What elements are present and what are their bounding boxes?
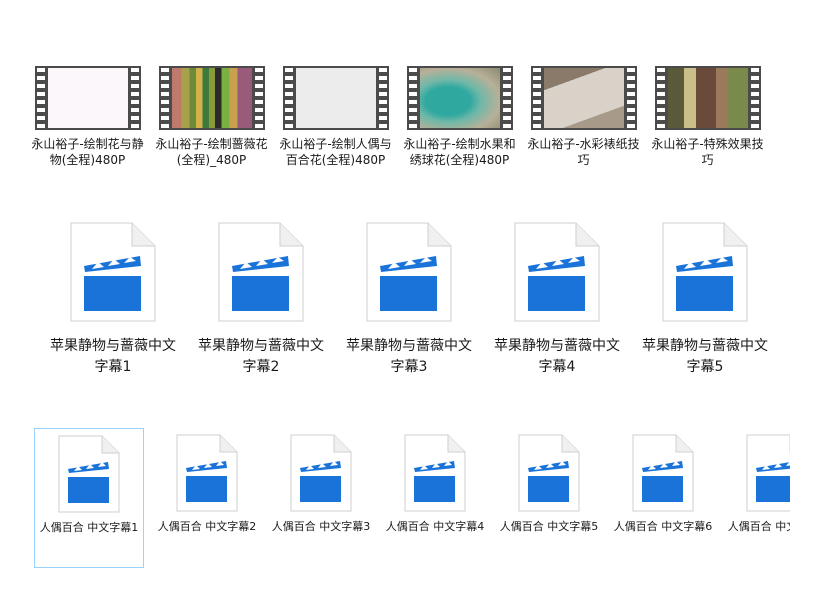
file-name: 人偶百合 中文字幕4	[385, 520, 485, 533]
subtitle-file-tile[interactable]: 人偶百合 中文字幕2	[152, 428, 262, 568]
video-file-icon	[632, 434, 694, 512]
subtitle-file-tile[interactable]: 人偶百合 中文字幕4	[380, 428, 490, 568]
subtitle-file-tile[interactable]: 人偶百合 中文字幕6	[608, 428, 718, 568]
file-name: 人偶百合 中文字幕3	[271, 520, 371, 533]
file-name: 人偶百合 中文字幕6	[613, 520, 713, 533]
subtitle-row-small: 人偶百合 中文字幕1 人偶百合 中文字幕2 人偶百合 中文字幕3 人偶百合 中文…	[0, 0, 790, 615]
video-file-icon	[518, 434, 580, 512]
file-name: 人偶百合 中文字幕2	[157, 520, 257, 533]
subtitle-file-tile[interactable]: 人偶百合 中文字幕5	[494, 428, 604, 568]
subtitle-file-tile-selected[interactable]: 人偶百合 中文字幕1	[34, 428, 144, 568]
video-file-icon	[290, 434, 352, 512]
subtitle-file-tile[interactable]: 人偶百合 中文字幕7	[722, 428, 790, 568]
file-name: 人偶百合 中文字幕1	[39, 521, 139, 534]
subtitle-file-tile[interactable]: 人偶百合 中文字幕3	[266, 428, 376, 568]
video-file-icon	[176, 434, 238, 512]
video-file-icon	[58, 435, 120, 513]
file-name: 人偶百合 中文字幕5	[499, 520, 599, 533]
video-file-icon	[404, 434, 466, 512]
file-name: 人偶百合 中文字幕7	[727, 520, 790, 533]
video-file-icon	[746, 434, 790, 512]
